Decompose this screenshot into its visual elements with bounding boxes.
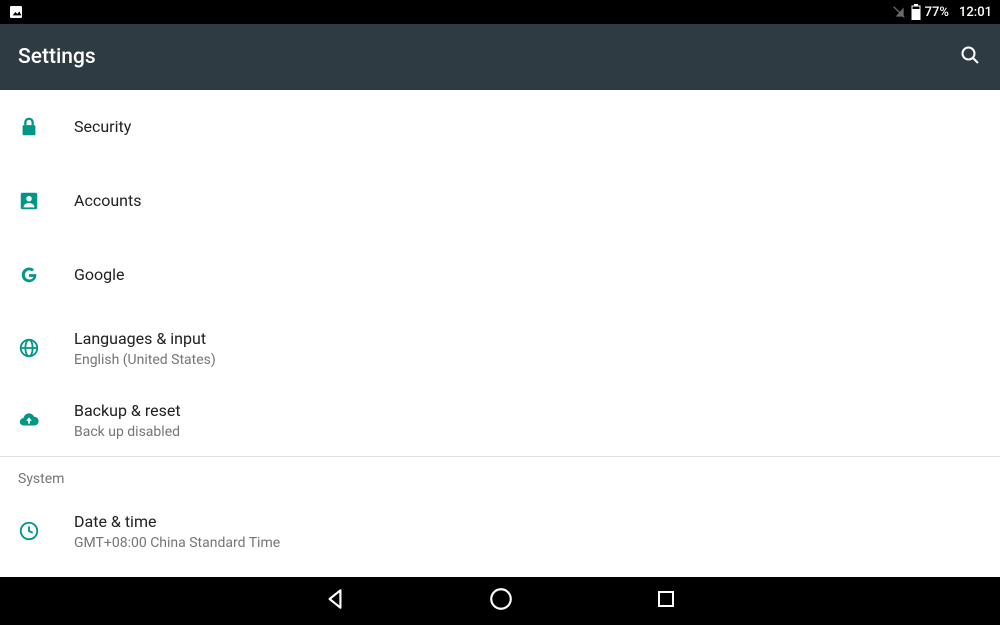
home-button[interactable] [488,586,514,616]
google-icon [18,264,40,286]
settings-item-security[interactable]: Security [0,90,1000,164]
item-title: Backup & reset [74,400,181,422]
search-button[interactable] [958,43,982,71]
search-icon [958,43,982,67]
item-title: Google [74,264,125,286]
cloud-upload-icon [18,409,40,431]
app-bar: Settings [0,24,1000,90]
status-bar: 77% 12:01 [0,0,1000,24]
back-icon [322,586,348,612]
status-bar-left [8,4,24,20]
status-bar-right: 77% 12:01 [891,4,992,20]
item-title: Languages & input [74,328,216,350]
back-button[interactable] [322,586,348,616]
lock-icon [18,116,40,138]
settings-list: Security Accounts Google [0,90,1000,577]
section-header-system: System [0,457,1000,495]
battery-icon [911,4,921,20]
navigation-bar [0,577,1000,625]
square-icon [654,587,678,611]
item-title: Accounts [74,190,141,212]
item-subtitle: English (United States) [74,352,216,368]
clock: 12:01 [959,5,992,20]
settings-item-accounts[interactable]: Accounts [0,164,1000,238]
person-icon [18,190,40,212]
item-subtitle: Back up disabled [74,424,181,440]
settings-item-languages[interactable]: Languages & input English (United States… [0,312,1000,384]
item-subtitle: GMT+08:00 China Standard Time [74,535,280,551]
settings-item-backup[interactable]: Backup & reset Back up disabled [0,384,1000,456]
battery-percent: 77% [925,5,949,20]
home-icon [488,586,514,612]
clock-icon [18,520,40,542]
settings-item-google[interactable]: Google [0,238,1000,312]
globe-icon [18,337,40,359]
photo-icon [8,4,24,20]
page-title: Settings [18,45,96,69]
no-sim-icon [891,4,907,20]
item-title: Date & time [74,511,280,533]
recent-button[interactable] [654,587,678,615]
settings-item-date-time[interactable]: Date & time GMT+08:00 China Standard Tim… [0,495,1000,567]
item-title: Security [74,116,131,138]
